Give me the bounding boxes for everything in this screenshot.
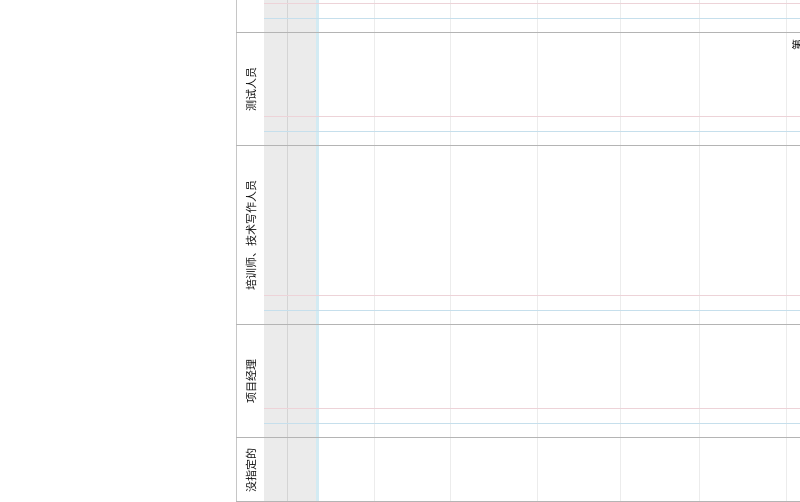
grid-column-line (620, 0, 621, 502)
swimlane-diagram-canvas: 测试人员 培训师、技术写作人员 项目经理 没指定的 第 (0, 0, 800, 502)
grid-column-line (537, 0, 538, 502)
swimlane-separator[interactable] (236, 32, 800, 33)
swimlane-separator[interactable] (236, 324, 800, 325)
lane-guide-line (264, 295, 800, 296)
lane-guide-line (264, 3, 800, 4)
swimlane-label: 测试人员 (244, 67, 258, 111)
lane-guide-line (264, 423, 800, 424)
swimlane-label: 项目经理 (244, 359, 258, 403)
grid-column-line (699, 0, 700, 502)
lane-guide-line (264, 131, 800, 132)
lane-guide-line (264, 116, 800, 117)
swimlane-header-project-manager[interactable]: 项目经理 (236, 325, 264, 437)
lane-guide-line (264, 18, 800, 19)
gutter-split-line (287, 0, 288, 502)
swimlane-label: 没指定的 (244, 448, 258, 492)
swimlane-header-top[interactable] (236, 0, 264, 32)
grid-column-line (450, 0, 451, 502)
swimlane-separator[interactable] (236, 437, 800, 438)
swimlane-header-unassigned[interactable]: 没指定的 (236, 438, 264, 502)
swimlane-label: 培训师、技术写作人员 (244, 180, 258, 290)
swimlane-header-trainers[interactable]: 培训师、技术写作人员 (236, 146, 264, 324)
swimlane-header-testers[interactable]: 测试人员 (236, 33, 264, 145)
partial-text: 第 (792, 39, 800, 50)
partial-text-label[interactable]: 第 (792, 38, 800, 50)
gutter-edge-line (316, 0, 319, 502)
lane-gutter (264, 0, 316, 502)
lane-guide-line (264, 310, 800, 311)
lane-guide-line (264, 408, 800, 409)
grid-column-line (786, 0, 787, 502)
swimlane-separator[interactable] (236, 145, 800, 146)
grid-column-line (374, 0, 375, 502)
